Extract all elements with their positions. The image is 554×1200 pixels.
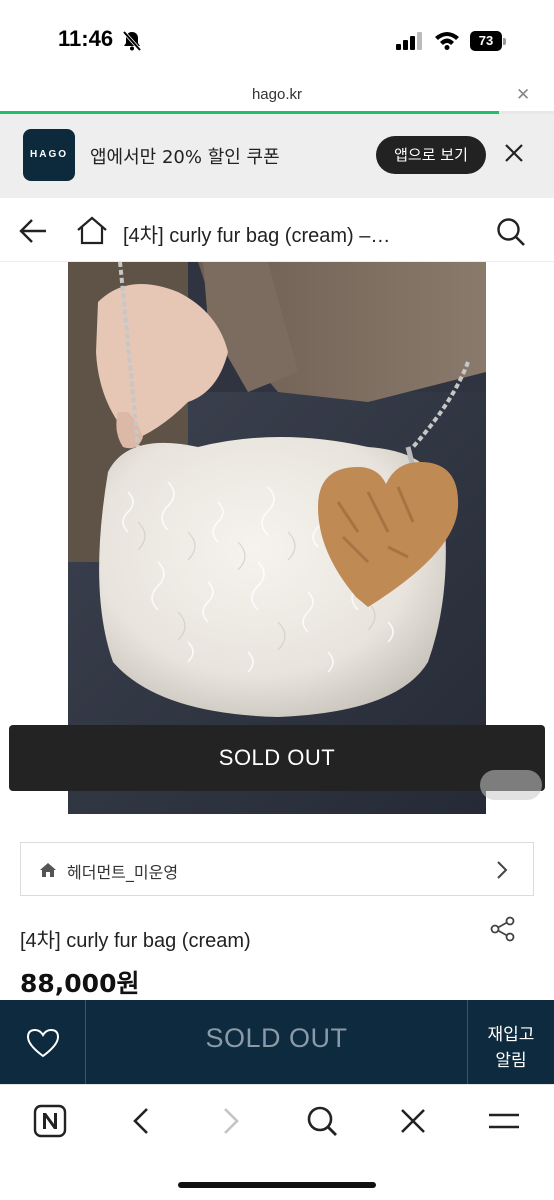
url-bar[interactable]: hago.kr ✕ bbox=[0, 80, 554, 114]
browser-search-icon[interactable] bbox=[302, 1101, 342, 1141]
floating-button[interactable] bbox=[480, 770, 542, 800]
restock-label-line1: 재입고 bbox=[487, 1025, 535, 1045]
restock-alert-button[interactable]: 재입고 알림 bbox=[467, 1000, 554, 1084]
status-time: 11:46 bbox=[58, 26, 114, 51]
app-promo-banner: HAGO 앱에서만 20% 할인 쿠폰 앱으로 보기 bbox=[0, 114, 554, 198]
battery-level: 73 bbox=[478, 33, 494, 48]
status-bar: 11:46 73 bbox=[0, 0, 554, 80]
battery-icon: 73 bbox=[470, 31, 506, 51]
naver-home-icon[interactable] bbox=[30, 1101, 70, 1141]
page-header: [4차] curly fur bag (cream) –… bbox=[0, 198, 554, 262]
product-name: [4차] curly fur bag (cream) bbox=[20, 930, 251, 952]
home-indicator[interactable] bbox=[178, 1182, 376, 1188]
sold-out-overlay: SOLD OUT bbox=[9, 725, 545, 791]
product-price: 88,000원 bbox=[20, 969, 140, 998]
seller-name: 헤더먼트_미운영 bbox=[67, 863, 179, 882]
bell-off-icon bbox=[122, 30, 142, 52]
close-banner-icon[interactable] bbox=[503, 142, 525, 164]
heart-icon bbox=[26, 1028, 60, 1058]
back-arrow-icon[interactable] bbox=[18, 217, 48, 245]
wifi-icon bbox=[435, 32, 459, 50]
close-tab-icon[interactable]: ✕ bbox=[516, 85, 530, 105]
shop-home-icon bbox=[40, 863, 56, 877]
page-title: [4차] curly fur bag (cream) –… bbox=[123, 225, 391, 247]
browser-forward-icon[interactable] bbox=[211, 1101, 251, 1141]
search-icon[interactable] bbox=[496, 217, 526, 247]
sold-out-button[interactable]: SOLD OUT bbox=[86, 1000, 467, 1084]
browser-menu-icon[interactable] bbox=[484, 1101, 524, 1141]
signal-icon bbox=[396, 32, 422, 50]
purchase-action-bar: SOLD OUT 재입고 알림 bbox=[0, 1000, 554, 1084]
restock-label-line2: 알림 bbox=[495, 1051, 527, 1071]
home-icon[interactable] bbox=[76, 215, 108, 245]
wishlist-button[interactable] bbox=[0, 1000, 86, 1084]
chevron-right-icon bbox=[497, 861, 508, 879]
share-icon[interactable] bbox=[489, 915, 517, 943]
open-app-button[interactable]: 앱으로 보기 bbox=[376, 136, 486, 174]
hago-logo: HAGO bbox=[23, 129, 75, 181]
browser-close-icon[interactable] bbox=[393, 1101, 433, 1141]
url-text[interactable]: hago.kr bbox=[0, 86, 554, 103]
seller-shop-link[interactable]: 헤더먼트_미운영 bbox=[20, 842, 534, 896]
banner-message: 앱에서만 20% 할인 쿠폰 bbox=[90, 147, 280, 168]
browser-back-icon[interactable] bbox=[121, 1101, 161, 1141]
